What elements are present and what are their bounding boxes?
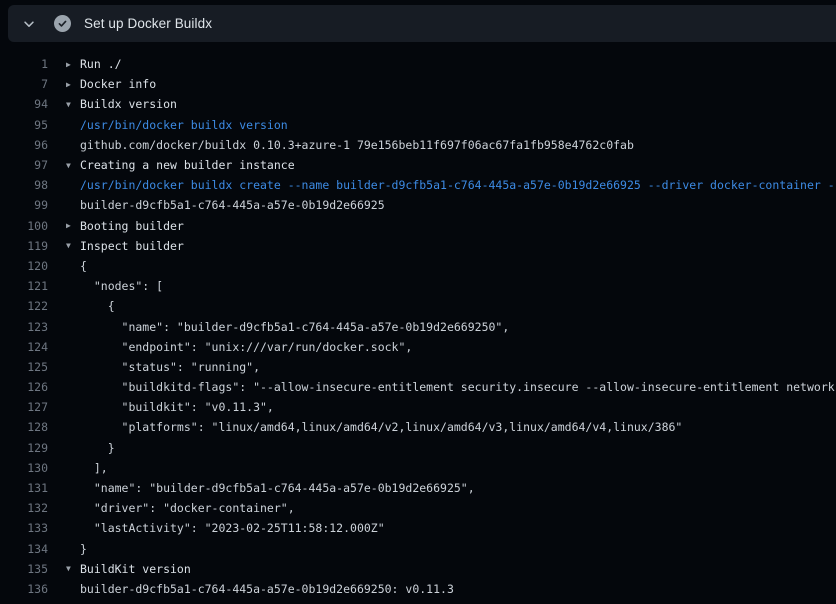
log-group-row[interactable]: 94 ▼Buildx version xyxy=(0,94,836,114)
log-line-row: 123 "name": "builder-d9cfb5a1-c764-445a-… xyxy=(0,316,836,336)
line-number[interactable]: 134 xyxy=(0,542,48,556)
line-number[interactable]: 94 xyxy=(0,97,48,111)
group-label: Docker info xyxy=(80,77,156,91)
triangle-collapsed-icon[interactable]: ▶ xyxy=(66,80,80,89)
log-text: "buildkitd-flags": "--allow-insecure-ent… xyxy=(80,380,836,394)
triangle-collapsed-icon[interactable]: ▶ xyxy=(66,60,80,69)
log-text: } xyxy=(80,441,115,455)
line-number[interactable]: 95 xyxy=(0,118,48,132)
log-text: /usr/bin/docker buildx create --name bui… xyxy=(80,178,836,192)
triangle-expanded-icon[interactable]: ▼ xyxy=(66,564,80,573)
log-text: "platforms": "linux/amd64,linux/amd64/v2… xyxy=(80,420,682,434)
triangle-expanded-icon[interactable]: ▼ xyxy=(66,241,80,250)
log-text: { xyxy=(80,259,87,273)
log-text: "driver": "docker-container", xyxy=(80,501,295,515)
log-line-row: 120 { xyxy=(0,256,836,276)
line-number[interactable]: 135 xyxy=(0,562,48,576)
log-group-row[interactable]: 7 ▶Docker info xyxy=(0,74,836,94)
triangle-expanded-icon[interactable]: ▼ xyxy=(66,161,80,170)
log-group-row[interactable]: 1 ▶Run ./ xyxy=(0,54,836,74)
line-number[interactable]: 129 xyxy=(0,441,48,455)
line-number[interactable]: 130 xyxy=(0,461,48,475)
log-line-row: 130 ], xyxy=(0,458,836,478)
step-title: Set up Docker Buildx xyxy=(84,16,212,31)
log-line-row: 98/usr/bin/docker buildx create --name b… xyxy=(0,175,836,195)
line-number[interactable]: 96 xyxy=(0,138,48,152)
group-label: BuildKit version xyxy=(80,562,191,576)
line-number[interactable]: 132 xyxy=(0,501,48,515)
log-text: "name": "builder-d9cfb5a1-c764-445a-a57e… xyxy=(80,320,509,334)
log-group-row[interactable]: 135 ▼BuildKit version xyxy=(0,559,836,579)
line-number[interactable]: 136 xyxy=(0,582,48,596)
line-number[interactable]: 98 xyxy=(0,178,48,192)
log-text: ], xyxy=(80,461,108,475)
line-number[interactable]: 97 xyxy=(0,158,48,172)
log-line-row: 125 "status": "running", xyxy=(0,357,836,377)
log-text: builder-d9cfb5a1-c764-445a-a57e-0b19d2e6… xyxy=(80,582,454,596)
line-number[interactable]: 121 xyxy=(0,279,48,293)
group-label: Inspect builder xyxy=(80,239,184,253)
log-lines-container: 1▶Run ./7▶Docker info94▼Buildx version95… xyxy=(0,42,836,604)
log-line-row: 99 builder-d9cfb5a1-c764-445a-a57e-0b19d2… xyxy=(0,195,836,215)
log-text: "name": "builder-d9cfb5a1-c764-445a-a57e… xyxy=(80,481,475,495)
line-number[interactable]: 100 xyxy=(0,219,48,233)
log-group-row[interactable]: 100 ▶Booting builder xyxy=(0,216,836,236)
log-line-row: 131 "name": "builder-d9cfb5a1-c764-445a-… xyxy=(0,478,836,498)
check-circle-icon xyxy=(54,15,71,32)
log-text: "nodes": [ xyxy=(80,279,163,293)
group-label: Buildx version xyxy=(80,97,177,111)
group-label: Creating a new builder instance xyxy=(80,158,295,172)
line-number[interactable]: 127 xyxy=(0,400,48,414)
log-text: github.com/docker/buildx 0.10.3+azure-1 … xyxy=(80,138,634,152)
log-text: builder-d9cfb5a1-c764-445a-a57e-0b19d2e6… xyxy=(80,198,385,212)
line-number[interactable]: 1 xyxy=(0,57,48,71)
log-line-row: 129 } xyxy=(0,438,836,458)
chevron-down-icon[interactable] xyxy=(22,17,36,31)
log-text: "buildkit": "v0.11.3", xyxy=(80,400,274,414)
log-line-row: 96 github.com/docker/buildx 0.10.3+azure-… xyxy=(0,135,836,155)
step-header[interactable]: Set up Docker Buildx xyxy=(8,5,836,42)
triangle-collapsed-icon[interactable]: ▶ xyxy=(66,221,80,230)
log-text: "status": "running", xyxy=(80,360,260,374)
log-text: /usr/bin/docker buildx version xyxy=(80,118,288,132)
line-number[interactable]: 124 xyxy=(0,340,48,354)
line-number[interactable]: 119 xyxy=(0,239,48,253)
log-line-row: 126 "buildkitd-flags": "--allow-insecure… xyxy=(0,377,836,397)
log-group-row[interactable]: 97 ▼Creating a new builder instance xyxy=(0,155,836,175)
line-number[interactable]: 122 xyxy=(0,299,48,313)
line-number[interactable]: 131 xyxy=(0,481,48,495)
log-group-row[interactable]: 119 ▼Inspect builder xyxy=(0,236,836,256)
log-line-row: 133 "lastActivity": "2023-02-25T11:58:12… xyxy=(0,518,836,538)
line-number[interactable]: 126 xyxy=(0,380,48,394)
log-line-row: 132 "driver": "docker-container", xyxy=(0,498,836,518)
group-label: Booting builder xyxy=(80,219,184,233)
line-number[interactable]: 120 xyxy=(0,259,48,273)
log-text: "endpoint": "unix:///var/run/docker.sock… xyxy=(80,340,412,354)
log-text: } xyxy=(80,542,87,556)
line-number[interactable]: 128 xyxy=(0,420,48,434)
line-number[interactable]: 7 xyxy=(0,77,48,91)
group-label: Run ./ xyxy=(80,57,122,71)
log-text: "lastActivity": "2023-02-25T11:58:12.000… xyxy=(80,521,385,535)
triangle-expanded-icon[interactable]: ▼ xyxy=(66,100,80,109)
log-line-row: 124 "endpoint": "unix:///var/run/docker.… xyxy=(0,337,836,357)
log-text: { xyxy=(80,299,115,313)
log-line-row: 128 "platforms": "linux/amd64,linux/amd6… xyxy=(0,417,836,437)
line-number[interactable]: 125 xyxy=(0,360,48,374)
line-number[interactable]: 123 xyxy=(0,320,48,334)
log-line-row: 134} xyxy=(0,539,836,559)
log-line-row: 127 "buildkit": "v0.11.3", xyxy=(0,397,836,417)
actions-log-panel: Set up Docker Buildx 1▶Run ./7▶Docker in… xyxy=(0,0,836,604)
line-number[interactable]: 133 xyxy=(0,521,48,535)
log-line-row: 136 builder-d9cfb5a1-c764-445a-a57e-0b19d… xyxy=(0,579,836,599)
line-number[interactable]: 99 xyxy=(0,198,48,212)
log-line-row: 122 { xyxy=(0,296,836,316)
log-line-row: 95/usr/bin/docker buildx version xyxy=(0,115,836,135)
log-line-row: 121 "nodes": [ xyxy=(0,276,836,296)
